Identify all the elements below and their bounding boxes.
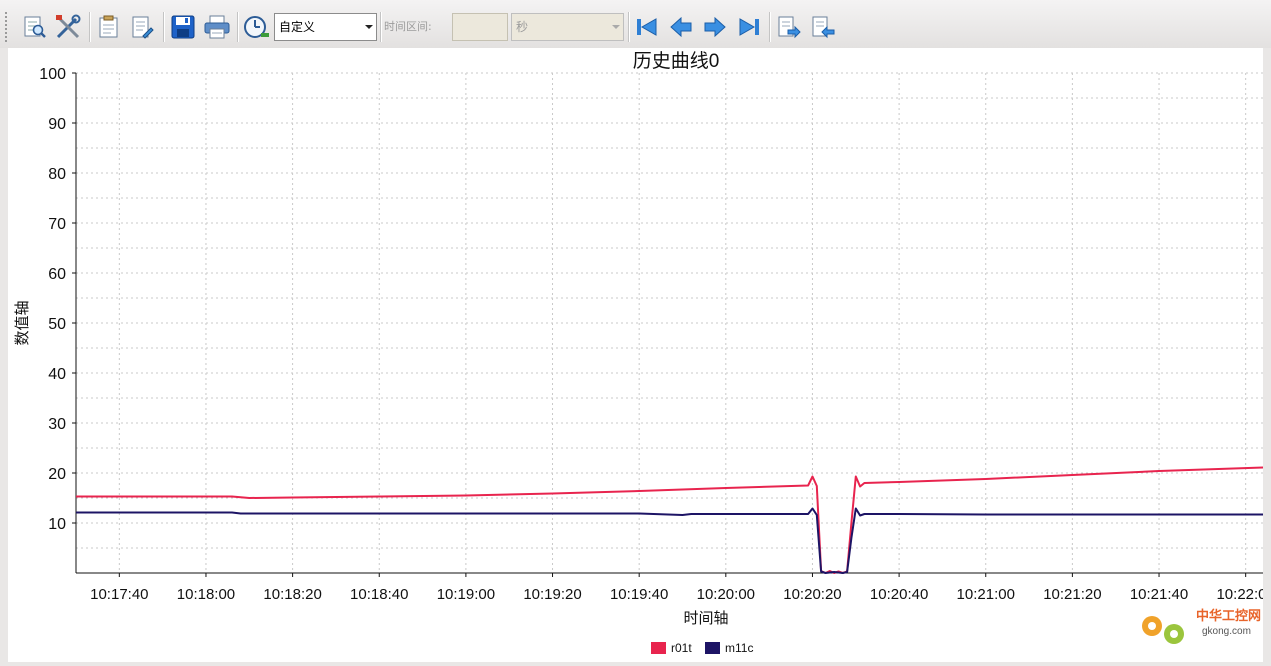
range-mode-value: 自定义 — [279, 20, 316, 34]
clock-button[interactable] — [242, 11, 272, 43]
watermark: 中华工控网 gkong.com — [1142, 608, 1261, 644]
x-tick-label: 10:18:20 — [263, 586, 321, 603]
next-button[interactable] — [700, 11, 730, 43]
legend-label-r01t: r01t — [671, 641, 692, 655]
y-tick-label: 90 — [48, 116, 66, 133]
first-page-button[interactable] — [632, 11, 662, 43]
x-tick-label: 10:20:00 — [697, 586, 755, 603]
x-tick-label: 10:18:40 — [350, 586, 408, 603]
query-icon — [24, 16, 46, 38]
toolbar-grip[interactable] — [5, 12, 11, 42]
x-tick-label: 10:21:40 — [1130, 586, 1188, 603]
last-page-button[interactable] — [734, 11, 764, 43]
y-tick-label: 40 — [48, 366, 66, 383]
series-line-m11c — [76, 507, 1263, 574]
x-tick-label: 10:21:00 — [957, 586, 1015, 603]
clock-icon — [244, 16, 269, 38]
y-tick-label: 50 — [48, 316, 66, 333]
save-icon — [171, 15, 195, 39]
clipboard-icon — [99, 15, 118, 38]
watermark-url: gkong.com — [1202, 626, 1251, 637]
clipboard-button[interactable] — [94, 11, 124, 43]
next-icon — [704, 16, 726, 38]
toolbar-separator — [163, 12, 165, 42]
prev-button[interactable] — [666, 11, 696, 43]
first-page-icon — [637, 18, 657, 36]
axes: 10 20 30 40 50 60 70 80 90 100 10:17:40 10:18:00 10:… — [39, 66, 1271, 603]
tools-button[interactable] — [53, 11, 83, 43]
print-button[interactable] — [202, 11, 232, 43]
y-tick-label: 70 — [48, 216, 66, 233]
last-page-icon — [739, 18, 759, 36]
series-layer — [76, 466, 1264, 574]
legend: r01t m11c — [651, 641, 753, 655]
edit-list-icon — [132, 16, 154, 39]
toolbar-separator — [237, 12, 239, 42]
x-tick-label: 10:20:40 — [870, 586, 928, 603]
print-icon — [204, 15, 230, 39]
y-tick-label: 100 — [39, 66, 66, 83]
toolbar: 自定义 时间区间: 秒 — [0, 0, 1271, 48]
y-tick-label: 60 — [48, 266, 66, 283]
import-icon — [812, 16, 835, 39]
x-tick-label: 10:19:40 — [610, 586, 668, 603]
y-tick-label: 80 — [48, 166, 66, 183]
import-button[interactable] — [808, 11, 838, 43]
x-axis-label: 时间轴 — [683, 610, 728, 627]
interval-label: 时间区间: — [384, 20, 432, 33]
save-button[interactable] — [168, 11, 198, 43]
x-tick-label: 10:22:00 — [1216, 586, 1263, 603]
export-button[interactable] — [774, 11, 804, 43]
legend-swatch-r01t — [651, 642, 666, 654]
export-icon — [778, 16, 801, 39]
x-tick-label: 10:21:20 — [1043, 586, 1101, 603]
toolbar-separator — [769, 12, 771, 42]
y-tick-label: 20 — [48, 466, 66, 483]
gear-icon — [1142, 616, 1184, 644]
y-tick-label: 30 — [48, 416, 66, 433]
legend-swatch-m11c — [705, 642, 720, 654]
toolbar-separator — [89, 12, 91, 42]
x-tick-label: 10:17:40 — [90, 586, 148, 603]
tools-icon — [56, 14, 81, 39]
range-mode-select[interactable]: 自定义 — [274, 13, 377, 41]
watermark-text: 中华工控网 — [1196, 608, 1261, 623]
toolbar-separator — [628, 12, 630, 42]
x-tick-label: 10:19:20 — [523, 586, 581, 603]
prev-icon — [670, 16, 692, 38]
legend-label-m11c: m11c — [725, 641, 753, 655]
edit-list-button[interactable] — [127, 11, 157, 43]
x-tick-label: 10:18:00 — [177, 586, 235, 603]
toolbar-separator — [380, 12, 382, 42]
query-button[interactable] — [20, 11, 50, 43]
y-axis-label: 数值轴 — [14, 300, 31, 345]
series-line-r01t — [76, 466, 1264, 574]
chevron-down-icon — [365, 25, 373, 29]
interval-unit-select[interactable]: 秒 — [511, 13, 624, 41]
interval-unit-value: 秒 — [516, 20, 529, 34]
chart-panel: 10 20 30 40 50 60 70 80 90 100 10:17:40 10:18:00 10:… — [8, 48, 1271, 662]
x-tick-label: 10:19:00 — [437, 586, 495, 603]
interval-input[interactable] — [452, 13, 508, 41]
history-chart[interactable]: 10 20 30 40 50 60 70 80 90 100 10:17:40 10:18:00 10:… — [8, 48, 1271, 662]
y-tick-label: 10 — [48, 516, 66, 533]
chart-title: 历史曲线0 — [633, 50, 720, 72]
x-tick-label: 10:20:20 — [783, 586, 841, 603]
chevron-down-icon — [612, 25, 620, 29]
